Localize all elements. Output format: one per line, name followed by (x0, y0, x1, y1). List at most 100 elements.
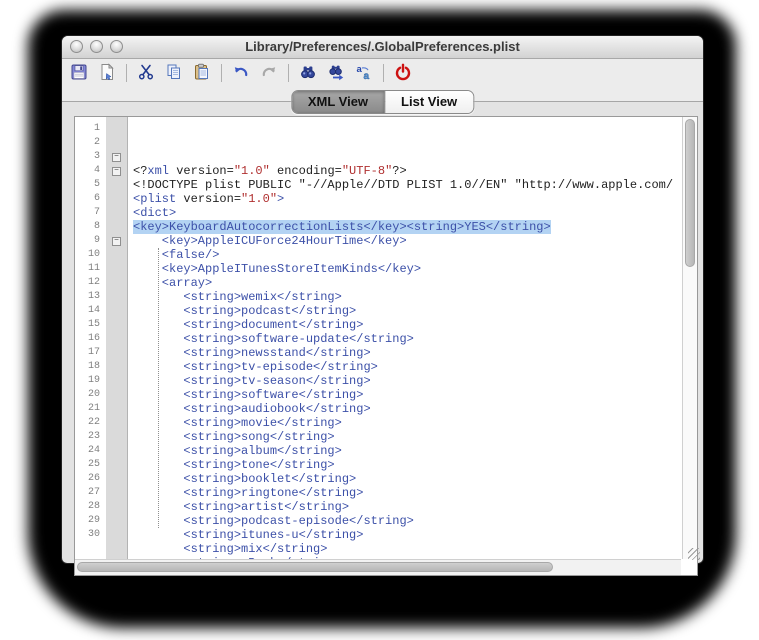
line-number: 28 (87, 501, 100, 512)
line-number: 3 (93, 151, 100, 162)
floppy-disk-icon (70, 63, 88, 84)
code-line[interactable]: <string>tv-season</string> (133, 374, 682, 388)
line-number: 5 (93, 179, 100, 190)
new-document-icon (98, 62, 116, 84)
cut-button[interactable] (134, 61, 158, 85)
code-line[interactable]: <string>software-update</string> (133, 332, 682, 346)
tab-row: XML View List View (62, 87, 703, 117)
toolbar-separator (126, 64, 127, 82)
fold-minus-icon[interactable]: − (112, 236, 121, 246)
screenshot-stage: Library/Preferences/.GlobalPreferences.p… (0, 0, 759, 640)
code-line[interactable]: <plist version="1.0"> (133, 192, 682, 206)
paste-button[interactable] (190, 61, 214, 85)
fold-indent-guide (158, 248, 159, 528)
redo-arrow-icon (260, 63, 278, 84)
line-number: 21 (87, 403, 100, 414)
view-segmented-control: XML View List View (290, 90, 475, 114)
code-line[interactable]: <string>ringtone</string> (133, 486, 682, 500)
code-line[interactable]: <string>artist</string> (133, 500, 682, 514)
find-button[interactable] (296, 61, 320, 85)
code-line[interactable]: <string>tone</string> (133, 458, 682, 472)
line-number: 19 (87, 375, 100, 386)
new-document-button[interactable] (95, 61, 119, 85)
code-line[interactable]: <string>movie</string> (133, 416, 682, 430)
line-number-gutter: 1 2 3 4 5 6 7 8 9 10 11 12 13 14 15 16 17 18 19 20 21 22 23 24 2… (75, 117, 106, 559)
selected-line-highlight: <key>KeyboardAutocorrectionLists</key><s… (133, 220, 551, 234)
code-line[interactable]: <string>mix</string> (133, 542, 682, 556)
redo-button[interactable] (257, 61, 281, 85)
code-line[interactable]: <string>audiobook</string> (133, 402, 682, 416)
power-icon (394, 63, 412, 84)
line-number: 4 (93, 165, 100, 176)
code-line[interactable]: <key>AppleITunesStoreItemKinds</key> (133, 262, 682, 276)
line-number: 9 (93, 235, 100, 246)
binoculars-icon (299, 63, 317, 84)
replace-letters-icon: aa (355, 63, 373, 84)
horizontal-scrollbar-thumb[interactable] (77, 562, 553, 572)
copy-pages-icon (165, 63, 183, 84)
code-line[interactable]: <string>podcast-episode</string> (133, 514, 682, 528)
line-number: 16 (87, 333, 100, 344)
code-line[interactable]: <string>album</string> (133, 444, 682, 458)
line-number: 25 (87, 459, 100, 470)
clipboard-icon (193, 63, 211, 84)
code-line[interactable]: <dict> (133, 206, 682, 220)
line-number: 2 (93, 137, 100, 148)
line-number: 12 (87, 277, 100, 288)
code-line[interactable]: <key>KeyboardAutocorrectionLists</key><s… (133, 220, 682, 234)
code-line[interactable]: <string>tv-episode</string> (133, 360, 682, 374)
code-line[interactable]: <false/> (133, 248, 682, 262)
code-line[interactable]: <array> (133, 276, 682, 290)
binoculars-next-icon (327, 63, 345, 84)
svg-text:a: a (364, 71, 370, 81)
fold-minus-icon[interactable]: − (112, 152, 121, 162)
tab-xml-view[interactable]: XML View (291, 91, 385, 113)
replace-button[interactable]: aa (352, 61, 376, 85)
code-line[interactable]: <string>newsstand</string> (133, 346, 682, 360)
code-pane[interactable]: <?xml version="1.0" encoding="UTF-8"?> <!… (128, 117, 682, 559)
horizontal-scrollbar[interactable] (75, 559, 681, 575)
vertical-scrollbar-thumb[interactable] (685, 119, 695, 267)
tab-list-view[interactable]: List View (384, 91, 474, 113)
undo-button[interactable] (229, 61, 253, 85)
find-next-button[interactable] (324, 61, 348, 85)
line-number: 17 (87, 347, 100, 358)
copy-button[interactable] (162, 61, 186, 85)
line-number: 30 (87, 529, 100, 540)
line-number: 20 (87, 389, 100, 400)
code-line[interactable]: <string>song</string> (133, 430, 682, 444)
line-number: 23 (87, 431, 100, 442)
toolbar: aa (62, 59, 703, 87)
code-line[interactable]: <string>document</string> (133, 318, 682, 332)
toolbar-separator (288, 64, 289, 82)
line-number: 6 (93, 193, 100, 204)
resize-grip[interactable] (688, 548, 700, 560)
line-number: 8 (93, 221, 100, 232)
code-line[interactable]: <string>itunes-u</string> (133, 528, 682, 542)
code-line[interactable]: <string>wemix</string> (133, 290, 682, 304)
code-line[interactable]: <string>podcast</string> (133, 304, 682, 318)
titlebar[interactable]: Library/Preferences/.GlobalPreferences.p… (62, 36, 703, 59)
line-number: 10 (87, 249, 100, 260)
toolbar-separator (383, 64, 384, 82)
code-line[interactable]: <!DOCTYPE plist PUBLIC "-//Apple//DTD PL… (133, 178, 682, 192)
line-number: 22 (87, 417, 100, 428)
line-number: 18 (87, 361, 100, 372)
line-number: 14 (87, 305, 100, 316)
line-number: 26 (87, 473, 100, 484)
save-button[interactable] (67, 61, 91, 85)
undo-arrow-icon (232, 63, 250, 84)
toolbar-separator (221, 64, 222, 82)
code-line[interactable]: <string>booklet</string> (133, 472, 682, 486)
code-fold-strip: − − − (106, 117, 128, 559)
code-line[interactable]: <string>software</string> (133, 388, 682, 402)
reload-button[interactable] (391, 61, 415, 85)
xml-editor: 1 2 3 4 5 6 7 8 9 10 11 12 13 14 15 16 17 18 19 20 21 22 23 24 2… (74, 116, 698, 576)
fold-minus-icon[interactable]: − (112, 166, 121, 176)
svg-text:a: a (357, 64, 363, 75)
vertical-scrollbar[interactable] (682, 117, 697, 559)
line-number: 29 (87, 515, 100, 526)
code-line[interactable]: <key>AppleICUForce24HourTime</key> (133, 234, 682, 248)
code-line[interactable]: <?xml version="1.0" encoding="UTF-8"?> (133, 164, 682, 178)
line-number: 13 (87, 291, 100, 302)
